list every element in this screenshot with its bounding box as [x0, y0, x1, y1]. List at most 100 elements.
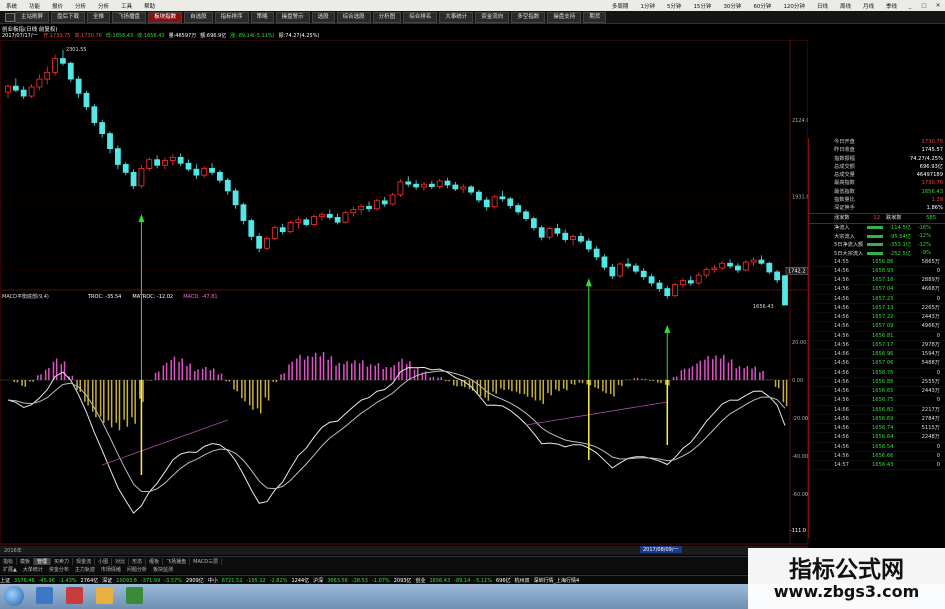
toolbar-button[interactable]: 操盘支持: [547, 11, 582, 23]
indicator-tab[interactable]: 对比: [112, 558, 130, 565]
indicator-tab[interactable]: 指标: [0, 558, 18, 565]
close-icon[interactable]: ✕: [931, 3, 945, 9]
tick-volume: 2555万: [921, 378, 940, 385]
tick-row: 14:56 1656.64 2248万: [809, 433, 945, 443]
extension-tab[interactable]: 板块监测: [150, 566, 176, 573]
period-button[interactable]: 多周期: [606, 2, 635, 10]
period-button[interactable]: 15分钟: [687, 2, 717, 10]
candle-body: [617, 263, 624, 277]
menu-item[interactable]: 报价: [46, 2, 69, 10]
toolbar-button[interactable]: 操盘警示: [275, 11, 310, 23]
extension-tab[interactable]: 主力轨迹: [72, 566, 98, 573]
down-count-label: 跌家数: [886, 214, 902, 221]
toolbar-button[interactable]: 飞扬播盘: [112, 11, 147, 23]
menu-item[interactable]: 工具: [115, 2, 138, 10]
menu-item[interactable]: 帮助: [138, 2, 161, 10]
period-button[interactable]: 1分钟: [634, 2, 661, 10]
toolbar-button[interactable]: 多空指数: [511, 11, 546, 23]
candle-body: [742, 261, 749, 271]
toolbar-button[interactable]: 分析图: [372, 11, 402, 23]
toolbar-button[interactable]: 资金流向: [475, 11, 510, 23]
toolbar-button[interactable]: 选股: [311, 11, 335, 23]
app-icon[interactable]: [66, 587, 83, 604]
candle-body: [389, 194, 396, 205]
flow-row: 净流入 -114.5亿 -16%: [809, 224, 945, 233]
tick-list[interactable]: 14:55 1656.86 5865万 14:56 1656.93 0 14:56 1657.…: [809, 258, 945, 471]
extension-tab[interactable]: 资金分布: [46, 566, 72, 573]
start-button[interactable]: [4, 586, 24, 606]
tick-price: 1656.93: [872, 267, 894, 274]
tick-price: 1657.22: [872, 314, 894, 321]
menu-item[interactable]: 系统: [0, 2, 23, 10]
status-item: 沪深: [313, 578, 324, 584]
tick-volume: 2978万: [921, 341, 940, 348]
tick-volume: 2248万: [921, 434, 940, 441]
toolbar-button[interactable]: 策略: [250, 11, 274, 23]
indicator-tab[interactable]: 管理: [34, 558, 52, 565]
period-button[interactable]: 月线: [857, 2, 880, 10]
folder-icon[interactable]: [96, 587, 113, 604]
toolbar-button[interactable]: 指标排序: [214, 11, 249, 23]
tick-row: 14:56 1656.75 0: [809, 396, 945, 406]
toolbar-button[interactable]: 综合选股: [336, 11, 371, 23]
ie-icon[interactable]: [36, 587, 53, 604]
candle-body: [44, 71, 51, 80]
indicator-tab[interactable]: 买卖力: [51, 558, 74, 565]
toolbar-button[interactable]: 大事统计: [439, 11, 474, 23]
candle-body: [609, 266, 616, 277]
indicator-tab[interactable]: MACD三层: [190, 558, 223, 565]
menu-item[interactable]: 分析: [69, 2, 92, 10]
period-button[interactable]: 周线: [834, 2, 857, 10]
candle-body: [530, 218, 537, 229]
kline-chart[interactable]: 2124.01931.01744.02301.551656.431742.220…: [0, 40, 808, 546]
period-button[interactable]: 日线: [811, 2, 834, 10]
period-button[interactable]: 季线: [880, 2, 903, 10]
extension-tab[interactable]: 大单统计: [20, 566, 46, 573]
minimize-icon[interactable]: _: [903, 3, 917, 9]
period-button[interactable]: 5分钟: [661, 2, 688, 10]
toolbar-button[interactable]: 自选股: [184, 11, 213, 23]
tick-row: 14:56 1657.13 2265万: [809, 304, 945, 314]
tick-volume: 5865万: [921, 258, 940, 265]
tick-price: 1657.17: [872, 341, 894, 348]
maximize-icon[interactable]: □: [917, 3, 931, 9]
status-item: 2093亿: [393, 578, 412, 584]
indicator-tab[interactable]: 缠板: [146, 558, 164, 565]
tick-price: 1656.75: [872, 397, 894, 404]
toolbar-back-icon[interactable]: [5, 12, 15, 22]
flow-pct: -12%: [917, 241, 931, 248]
candle-body: [632, 265, 639, 272]
status-item: 6721.52: [221, 577, 243, 584]
tick-volume: 0: [936, 397, 940, 404]
indicator-tab[interactable]: 模板: [17, 558, 35, 565]
status-item: 深圳行情_上海行情4: [533, 578, 580, 584]
candle-body: [358, 205, 365, 210]
toolbar-button[interactable]: 全推: [87, 11, 111, 23]
status-item: -45.96: [38, 577, 55, 584]
tick-price: 1657.09: [872, 323, 894, 330]
toolbar-button[interactable]: 综合排名: [403, 11, 438, 23]
tick-price: 1656.54: [872, 443, 894, 450]
indicator-tab[interactable]: 飞扬播盘: [163, 558, 191, 565]
toolbar-button[interactable]: 板块指数: [148, 11, 183, 23]
period-button[interactable]: 60分钟: [747, 2, 777, 10]
toolbar-button[interactable]: 主站刷屏: [15, 11, 50, 23]
indicator-tab[interactable]: 小图: [95, 558, 113, 565]
toolbar-button[interactable]: 盘后下载: [51, 11, 86, 23]
extension-tab[interactable]: 市场情绪: [98, 566, 124, 573]
toolbar-button[interactable]: 期货: [583, 11, 607, 23]
menu-item[interactable]: 功能: [23, 2, 46, 10]
media-icon[interactable]: [126, 587, 143, 604]
period-button[interactable]: 30分钟: [717, 2, 747, 10]
indicator-tab[interactable]: 形态: [129, 558, 147, 565]
buy-signal-arrow: [585, 278, 592, 287]
divergence-line: [525, 401, 668, 426]
macd-value: MATROC: -12.02: [132, 294, 173, 300]
extension-tab[interactable]: 问题分析: [124, 566, 150, 573]
extension-tab[interactable]: 扩展▲: [0, 566, 20, 573]
tick-time: 14:56: [834, 397, 849, 404]
indicator-tab[interactable]: 现金流: [73, 558, 96, 565]
tick-time: 14:56: [834, 388, 849, 395]
menu-item[interactable]: 分析: [92, 2, 115, 10]
period-button[interactable]: 120分钟: [777, 2, 811, 10]
